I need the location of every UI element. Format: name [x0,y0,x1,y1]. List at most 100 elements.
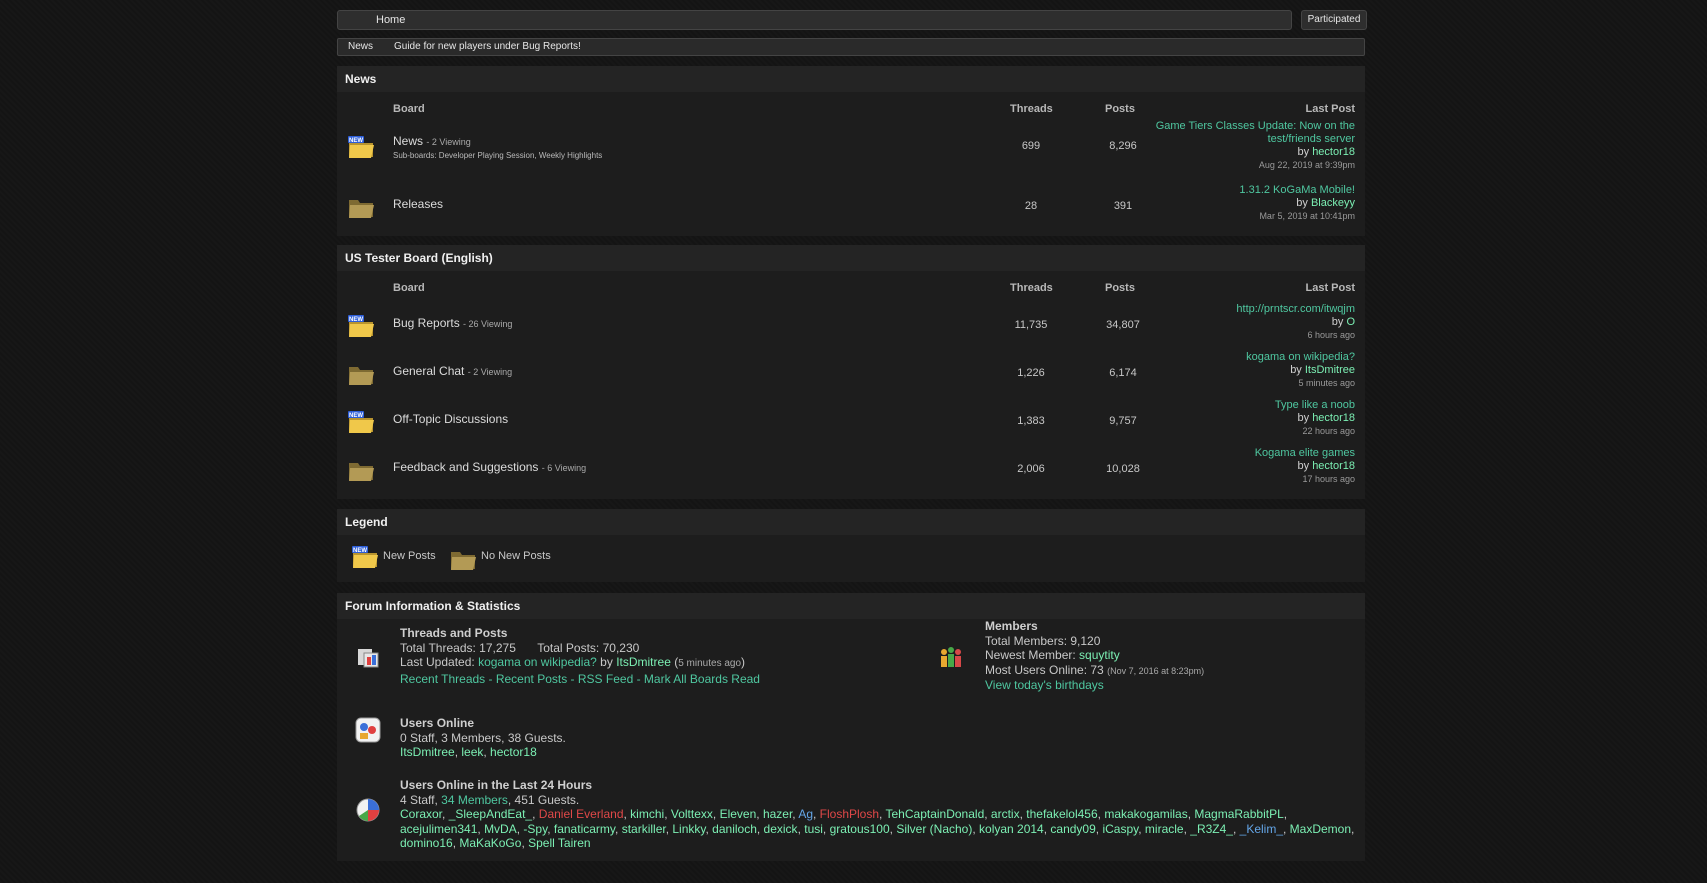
user-24h-link[interactable]: Ag [798,807,813,821]
user-24h-link[interactable]: candy09 [1050,822,1095,836]
users-online-block: Users Online 0 Staff, 3 Members, 38 Gues… [400,716,1000,760]
user-24h-link[interactable]: gratous100 [830,822,890,836]
last-updated-label: Last Updated: [400,655,475,669]
threads-posts-block: Threads and Posts Total Threads: 17,275 … [400,626,900,686]
board-name-link[interactable]: Bug Reports [393,316,460,330]
online-user-link[interactable]: ItsDmitree [400,745,455,759]
last-post-user-link[interactable]: hector18 [1312,146,1355,158]
user-24h-link[interactable]: _Kelim_ [1240,822,1283,836]
user-24h-link[interactable]: MvDA [484,822,517,836]
user-24h-link[interactable]: kolyan 2014 [979,822,1044,836]
members-24h-link[interactable]: 34 Members [441,793,508,807]
board-row[interactable]: NEW News - 2 Viewing Sub-boards: Developer… [337,120,1365,182]
last-post-user-link[interactable]: O [1346,316,1355,328]
last-post-title-link[interactable]: Kogama elite games [1125,447,1355,460]
last-post-title-link[interactable]: http://prntscr.com/itwqjm [1125,303,1355,316]
board-subboards[interactable]: Sub-boards: Developer Playing Session, W… [393,151,602,160]
board-row[interactable]: General Chat - 2 Viewing 1,226 6,174 kogama… [337,349,1365,397]
user-24h-link[interactable]: Volttexx [671,807,713,821]
newest-member-link[interactable]: squytity [1079,648,1120,662]
user-24h-link[interactable]: starkiller [622,822,666,836]
last-updated-thread-link[interactable]: kogama on wikipedia? [478,655,597,669]
user-24h-link[interactable]: MaxDemon [1290,822,1351,836]
users-online-summary: 0 Staff, 3 Members, 38 Guests. [400,730,566,745]
last-post-user-link[interactable]: Blackeyy [1311,197,1355,209]
new-posts-folder-icon: NEW [348,315,374,337]
board-row[interactable]: Feedback and Suggestions - 6 Viewing 2,00… [337,445,1365,493]
online-user-link[interactable]: leek [461,745,483,759]
board-row[interactable]: Releases 28 391 1.31.2 KoGaMa Mobile! by Bla… [337,182,1365,230]
board-name-link[interactable]: News [393,134,423,148]
user-24h-link[interactable]: hazer [763,807,792,821]
users-24h-icon [356,798,380,822]
participated-button[interactable]: Participated [1301,10,1367,30]
news-ticker-text[interactable]: Guide for new players under Bug Reports! [394,41,581,52]
board-name-link[interactable]: Releases [393,197,443,211]
user-24h-link[interactable]: -Spy [523,822,547,836]
news-ticker: News Guide for new players under Bug Rep… [337,38,1365,56]
by-label: by [600,655,613,669]
last-post-title-link[interactable]: 1.31.2 KoGaMa Mobile! [1125,184,1355,197]
news-ticker-label: News [348,41,374,52]
rss-feed-link[interactable]: RSS Feed [578,672,633,686]
new-posts-folder-icon: NEW [352,546,378,568]
user-24h-link[interactable]: acejulimen341 [400,822,477,836]
user-24h-link[interactable]: daniloch [712,822,757,836]
last-post-user-link[interactable]: hector18 [1312,460,1355,472]
user-24h-link[interactable]: _R3Z4_ [1190,822,1233,836]
svg-text:NEW: NEW [349,317,363,323]
total-posts: 70,230 [602,640,640,655]
no-new-posts-folder-icon [349,463,374,481]
by-label: by [1297,460,1310,472]
user-24h-link[interactable]: miracle [1145,822,1184,836]
board-name-link[interactable]: General Chat [393,364,464,378]
home-link[interactable]: Home [376,14,405,26]
user-24h-link[interactable]: Linkky [672,822,705,836]
board-threads: 1,226 [1017,367,1045,379]
last-updated-user-link[interactable]: ItsDmitree [616,655,671,669]
user-24h-link[interactable]: makakogamilas [1104,807,1187,821]
user-24h-link[interactable]: kimchi [630,807,664,821]
last-post-title-link[interactable]: Type like a noob [1125,399,1355,412]
by-label: by [1290,364,1302,376]
board-threads: 2,006 [1017,463,1045,475]
user-24h-link[interactable]: domino16 [400,836,453,850]
user-24h-link[interactable]: iCaspy [1102,822,1138,836]
user-24h-link[interactable]: Silver (Nacho) [896,822,972,836]
online-user-link[interactable]: hector18 [490,745,537,759]
board-viewing: - 2 Viewing [467,367,513,377]
recent-threads-link[interactable]: Recent Threads [400,672,485,686]
user-24h-link[interactable]: MagmaRabbitPL [1194,807,1283,821]
user-24h-link[interactable]: fanaticarmy [554,822,615,836]
col-last-post: Last Post [1305,103,1355,115]
mark-all-read-link[interactable]: Mark All Boards Read [644,672,760,686]
category-title: News [337,66,1365,92]
user-24h-link[interactable]: TehCaptainDonald [886,807,985,821]
last-post-user-link[interactable]: ItsDmitree [1305,364,1355,376]
user-24h-link[interactable]: FloshPlosh [820,807,879,821]
board-row[interactable]: NEW Off-Topic Discussions 1,383 9,757 Type l… [337,397,1365,445]
board-name-link[interactable]: Off-Topic Discussions [393,412,508,426]
user-24h-link[interactable]: arctix [991,807,1020,821]
last-post-title-link[interactable]: Game Tiers Classes Update: Now on the te… [1125,120,1355,146]
stats-section: Forum Information & Statistics Threads a… [337,593,1365,861]
column-headers: Board Threads Posts Last Post [337,271,1365,301]
user-24h-link[interactable]: _SleepAndEat_ [449,807,532,821]
user-24h-link[interactable]: thefakelol456 [1026,807,1097,821]
user-24h-link[interactable]: Eleven [720,807,757,821]
recent-posts-link[interactable]: Recent Posts [496,672,567,686]
new-posts-folder-icon: NEW [348,136,374,158]
board-row[interactable]: NEW Bug Reports - 26 Viewing 11,735 34,807 h… [337,301,1365,349]
user-24h-link[interactable]: Spell Tairen [528,836,590,850]
category-news: News Board Threads Posts Last Post NEW Ne… [337,66,1365,236]
user-24h-link[interactable]: Daniel Everland [539,807,624,821]
user-24h-link[interactable]: Coraxor [400,807,442,821]
legend-title: Legend [337,509,1365,535]
user-24h-link[interactable]: tusi [804,822,823,836]
birthdays-link[interactable]: View today's birthdays [985,678,1355,693]
board-name-link[interactable]: Feedback and Suggestions [393,460,538,474]
last-post-user-link[interactable]: hector18 [1312,412,1355,424]
user-24h-link[interactable]: dexick [764,822,798,836]
user-24h-link[interactable]: MaKaKoGo [459,836,521,850]
last-post-title-link[interactable]: kogama on wikipedia? [1125,351,1355,364]
